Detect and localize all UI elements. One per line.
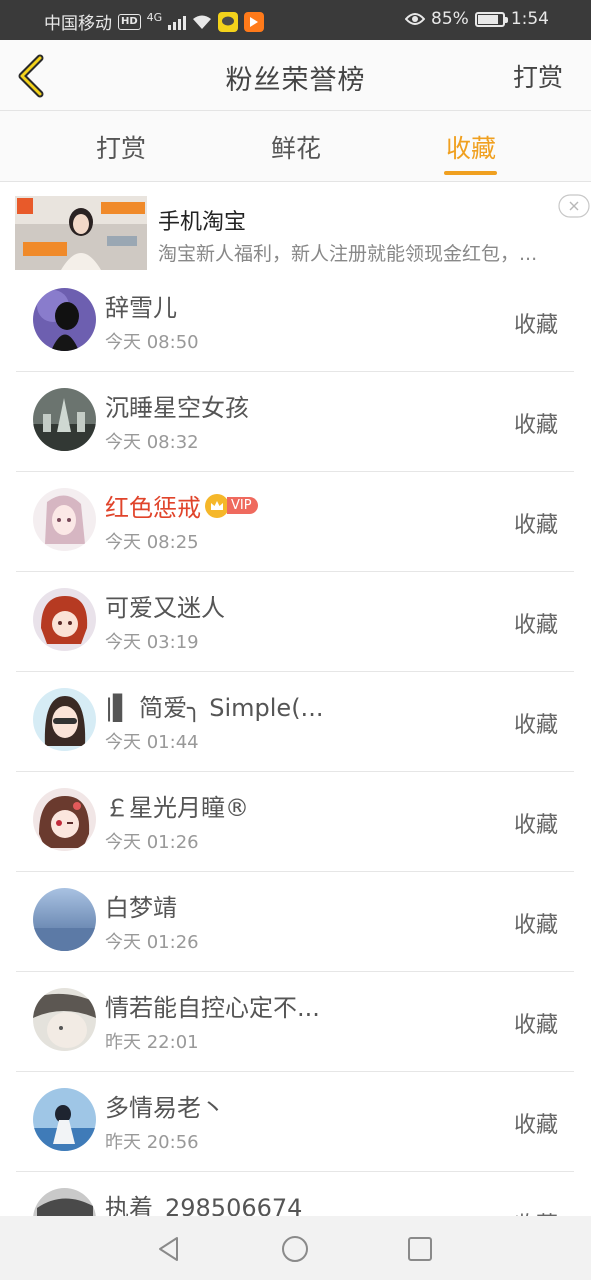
nav-recent-icon[interactable] <box>407 1236 433 1262</box>
eye-icon <box>405 13 426 25</box>
favorite-time: 今天 08:50 <box>105 332 199 353</box>
system-nav-bar <box>0 1216 591 1280</box>
tab-bar: 打赏 鲜花 收藏 <box>0 111 591 182</box>
avatar <box>33 788 96 851</box>
nav-back-icon[interactable] <box>155 1235 183 1263</box>
favorite-time: 昨天 22:01 <box>105 1032 199 1053</box>
user-name: 多情易老丶 <box>105 1094 225 1122</box>
ad-title: 手机淘宝 <box>158 210 247 235</box>
nav-home-icon[interactable] <box>281 1235 309 1263</box>
favorite-label: 收藏 <box>513 513 558 538</box>
ad-thumbnail <box>15 196 147 270</box>
user-name: 辞雪儿 <box>105 294 177 322</box>
favorite-label: 收藏 <box>513 713 558 738</box>
tab-flowers[interactable]: 鲜花 <box>241 129 351 165</box>
signal-icon <box>168 14 187 30</box>
avatar <box>33 288 96 351</box>
ad-banner[interactable]: 手机淘宝 淘宝新人福利，新人注册就能领现金红包，... <box>0 182 591 272</box>
list-item[interactable]: ￡星光月瞳® 今天 01:26 收藏 <box>16 772 574 872</box>
status-left: 中国移动 HD 4G <box>44 9 265 34</box>
avatar <box>33 888 96 951</box>
vip-badge: VIP <box>227 497 258 514</box>
user-name: 红色惩戒 VIP <box>105 488 258 523</box>
avatar <box>33 988 96 1051</box>
avatar <box>33 588 96 651</box>
avatar <box>33 688 96 751</box>
favorite-time: 昨天 20:56 <box>105 1132 199 1153</box>
favorite-label: 收藏 <box>513 813 558 838</box>
list-item[interactable]: 可爱又迷人 今天 03:19 收藏 <box>16 572 574 672</box>
user-name: 白梦靖 <box>105 894 177 922</box>
carrier-label: 中国移动 <box>44 14 112 34</box>
favorite-time: 今天 01:44 <box>105 732 199 753</box>
favorite-label: 收藏 <box>513 413 558 438</box>
favorite-label: 收藏 <box>513 613 558 638</box>
favorite-time: 今天 03:19 <box>105 632 199 653</box>
favorite-time: 今天 01:26 <box>105 832 199 853</box>
ad-description: 淘宝新人福利，新人注册就能领现金红包，... <box>158 243 538 265</box>
reward-button[interactable]: 打赏 <box>513 58 563 94</box>
user-name: 沉睡星空女孩 <box>105 394 249 422</box>
app-header: 粉丝荣誉榜 打赏 <box>0 40 591 111</box>
user-name: 情若能自控心定不... <box>105 994 320 1022</box>
favorite-label: 收藏 <box>513 1013 558 1038</box>
favorite-label: 收藏 <box>513 913 558 938</box>
avatar <box>33 488 96 551</box>
network-label: 4G <box>146 11 163 24</box>
close-icon[interactable] <box>558 194 590 218</box>
favorite-time: 今天 01:26 <box>105 932 199 953</box>
user-name: |▌ 简爱╮ Simple(... <box>105 694 324 722</box>
chat-app-icon <box>218 11 239 32</box>
user-name-text: 红色惩戒 <box>105 494 201 522</box>
battery-percent: 85% <box>431 9 469 29</box>
list-item[interactable]: 多情易老丶 昨天 20:56 收藏 <box>16 1072 574 1172</box>
page-title: 粉丝荣誉榜 <box>225 65 366 96</box>
avatar <box>33 388 96 451</box>
list-item[interactable]: |▌ 简爱╮ Simple(... 今天 01:44 收藏 <box>16 672 574 772</box>
clock: 1:54 <box>510 9 549 29</box>
list-item[interactable]: 红色惩戒 VIP 今天 08:25 收藏 <box>16 472 574 572</box>
hd-badge: HD <box>118 13 141 30</box>
status-bar: 中国移动 HD 4G 85% 1:54 <box>0 0 591 40</box>
favorite-time: 今天 08:25 <box>105 532 199 553</box>
list-item[interactable]: 辞雪儿 今天 08:50 收藏 <box>16 272 574 372</box>
user-name: 可爱又迷人 <box>105 594 225 622</box>
active-tab-indicator <box>444 171 497 175</box>
tab-favorites[interactable]: 收藏 <box>416 129 526 165</box>
wifi-icon <box>193 15 212 29</box>
tab-reward[interactable]: 打赏 <box>66 129 176 165</box>
favorite-label: 收藏 <box>513 1113 558 1138</box>
favorite-label: 收藏 <box>513 313 558 338</box>
status-right: 85% 1:54 <box>405 9 549 29</box>
crown-icon <box>205 493 229 518</box>
battery-icon <box>474 11 508 27</box>
list-item[interactable]: 情若能自控心定不... 昨天 22:01 收藏 <box>16 972 574 1072</box>
favorite-time: 今天 08:32 <box>105 432 199 453</box>
list-item[interactable]: 白梦靖 今天 01:26 收藏 <box>16 872 574 972</box>
list-item[interactable]: 沉睡星空女孩 今天 08:32 收藏 <box>16 372 574 472</box>
video-app-icon <box>244 11 265 32</box>
avatar <box>33 1088 96 1151</box>
user-name: ￡星光月瞳® <box>105 794 249 822</box>
